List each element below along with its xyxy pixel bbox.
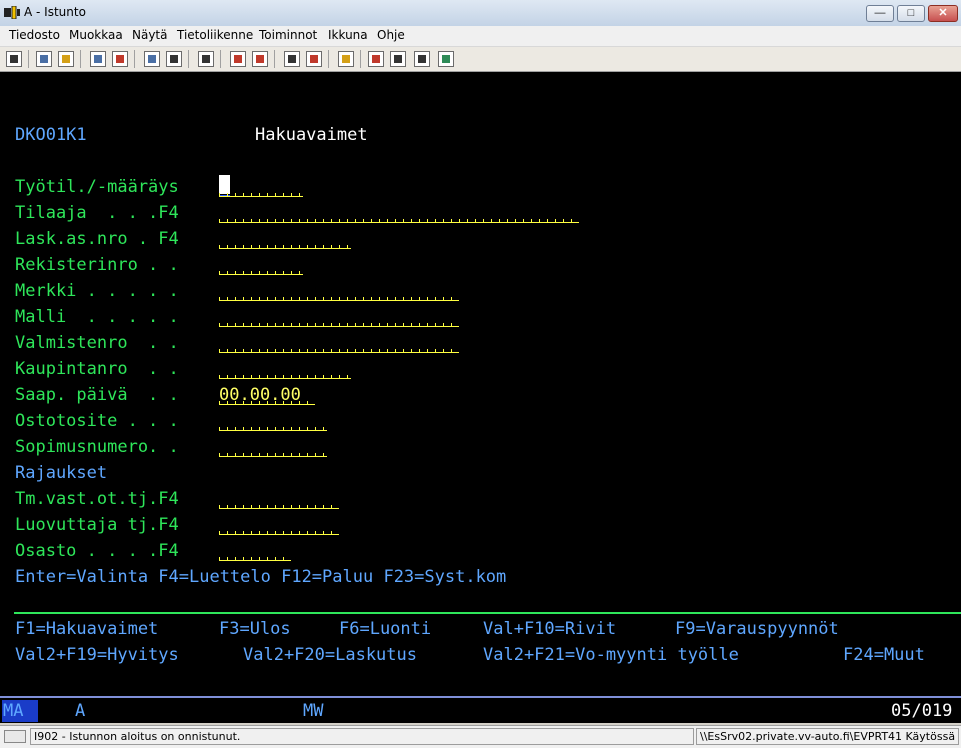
- malli-input[interactable]: [219, 323, 459, 327]
- toolbar-separator: [134, 50, 135, 68]
- help-line: Enter=Valinta F4=Luettelo F12=Paluu F23=…: [15, 567, 507, 587]
- record-macro-icon[interactable]: [230, 51, 246, 67]
- macro-icon[interactable]: [198, 51, 214, 67]
- field-label: Tilaaja . . .F4: [15, 203, 179, 223]
- oia-session: A: [75, 701, 86, 721]
- play-macro-icon[interactable]: [284, 51, 300, 67]
- send-icon[interactable]: [90, 51, 106, 67]
- print-screen-icon[interactable]: [6, 51, 22, 67]
- display-icon[interactable]: [144, 51, 160, 67]
- tm-vast-input[interactable]: [219, 505, 339, 509]
- field-label: Ostotosite . . .: [15, 411, 179, 431]
- saap-paiva-underline: [219, 401, 315, 405]
- toolbar-separator: [274, 50, 275, 68]
- terminal-screen[interactable]: DKO01K1 Hakuavaimet Työtil./-määräys Til…: [0, 72, 961, 723]
- fkey-f10[interactable]: Val+F10=Rivit: [483, 619, 616, 639]
- menu-muokkaa[interactable]: Muokkaa: [69, 28, 123, 42]
- field-label: Lask.as.nro . F4: [15, 229, 179, 249]
- stop-macro-icon[interactable]: [252, 51, 268, 67]
- menu-toiminnot[interactable]: Toiminnot: [259, 28, 317, 42]
- oia-mw: MW: [303, 701, 324, 721]
- map-icon[interactable]: [368, 51, 384, 67]
- field-label: Kaupintanro . .: [15, 359, 179, 379]
- toolbar-separator: [80, 50, 81, 68]
- run-icon[interactable]: [438, 51, 454, 67]
- menu-nayta[interactable]: Näytä: [132, 28, 168, 42]
- field-label: Sopimusnumero. .: [15, 437, 179, 457]
- field-label: Merkki . . . . .: [15, 281, 179, 301]
- divider: [14, 612, 961, 614]
- toolbar-separator: [360, 50, 361, 68]
- close-button[interactable]: ✕: [928, 5, 958, 22]
- status-bar: I902 - Istunnon aloitus on onnistunut. \…: [0, 725, 961, 748]
- menu-ohje[interactable]: Ohje: [377, 28, 405, 42]
- oia-mode: MA: [3, 701, 24, 721]
- oia-divider: [0, 696, 961, 698]
- toolbar: [0, 47, 961, 72]
- menu-bar: Tiedosto Muokkaa Näytä Tietoliikenne Toi…: [0, 26, 961, 47]
- fkey-f9[interactable]: F9=Varauspyynnöt: [675, 619, 839, 639]
- toolbar-separator: [188, 50, 189, 68]
- toolbar-separator: [220, 50, 221, 68]
- maximize-icon: □: [907, 7, 915, 19]
- osasto-input[interactable]: [219, 557, 291, 561]
- kaupintanro-input[interactable]: [219, 375, 351, 379]
- toolbar-separator: [28, 50, 29, 68]
- paste-icon[interactable]: [58, 51, 74, 67]
- merkki-input[interactable]: [219, 297, 459, 301]
- text-cursor: [219, 175, 230, 197]
- fkey-f6[interactable]: F6=Luonti: [339, 619, 431, 639]
- field-label: Tm.vast.ot.tj.F4: [15, 489, 179, 509]
- screen-id: DKO01K1: [15, 125, 87, 145]
- cursor-position: 05/019: [891, 701, 953, 721]
- maximize-button[interactable]: □: [897, 5, 925, 22]
- session-status-icon: [4, 730, 26, 743]
- settings-icon[interactable]: [338, 51, 354, 67]
- status-message: I902 - Istunnon aloitus on onnistunut.: [30, 728, 694, 745]
- menu-tietoliikenne[interactable]: Tietoliikenne: [177, 28, 253, 42]
- minimize-icon: —: [874, 7, 886, 19]
- window-title: A - Istunto: [24, 5, 86, 19]
- field-label: Rekisterinro . .: [15, 255, 179, 275]
- app-icon: [4, 6, 20, 19]
- connection-info: \\EsSrv02.private.vv-auto.fi\EVPRT41 Käy…: [696, 728, 959, 745]
- field-label: Malli . . . . .: [15, 307, 179, 327]
- screen-heading: Hakuavaimet: [255, 125, 368, 145]
- tyotil-input[interactable]: [219, 193, 303, 197]
- fkey-f19[interactable]: Val2+F19=Hyvitys: [15, 645, 179, 665]
- minimize-button[interactable]: —: [866, 5, 894, 22]
- tilaaja-input[interactable]: [219, 219, 579, 223]
- keyboard-icon[interactable]: [166, 51, 182, 67]
- rekisterinro-input[interactable]: [219, 271, 303, 275]
- sopimusnumero-input[interactable]: [219, 453, 327, 457]
- section-label: Rajaukset: [15, 463, 108, 483]
- close-icon: ✕: [938, 7, 948, 19]
- fkey-f20[interactable]: Val2+F20=Laskutus: [243, 645, 417, 665]
- fkey-f24[interactable]: F24=Muut: [843, 645, 925, 665]
- lask-as-nro-input[interactable]: [219, 245, 351, 249]
- field-label: Työtil./-määräys: [15, 177, 179, 197]
- fkey-f3[interactable]: F3=Ulos: [219, 619, 291, 639]
- valmistenro-input[interactable]: [219, 349, 459, 353]
- fkey-f21[interactable]: Val2+F21=Vo-myynti työlle: [483, 645, 739, 665]
- toolbar-separator: [328, 50, 329, 68]
- field-label: Luovuttaja tj.F4: [15, 515, 179, 535]
- menu-tiedosto[interactable]: Tiedosto: [9, 28, 60, 42]
- tools-icon[interactable]: [390, 51, 406, 67]
- field-label: Saap. päivä . .: [15, 385, 179, 405]
- ostotosite-input[interactable]: [219, 427, 327, 431]
- copy-icon[interactable]: [36, 51, 52, 67]
- menu-ikkuna[interactable]: Ikkuna: [328, 28, 368, 42]
- help-icon[interactable]: [414, 51, 430, 67]
- title-bar: A - Istunto — □ ✕: [0, 0, 961, 27]
- luovuttaja-input[interactable]: [219, 531, 339, 535]
- fkey-f1[interactable]: F1=Hakuavaimet: [15, 619, 158, 639]
- clipboard-icon[interactable]: [306, 51, 322, 67]
- receive-icon[interactable]: [112, 51, 128, 67]
- field-label: Valmistenro . .: [15, 333, 179, 353]
- field-label: Osasto . . . .F4: [15, 541, 179, 561]
